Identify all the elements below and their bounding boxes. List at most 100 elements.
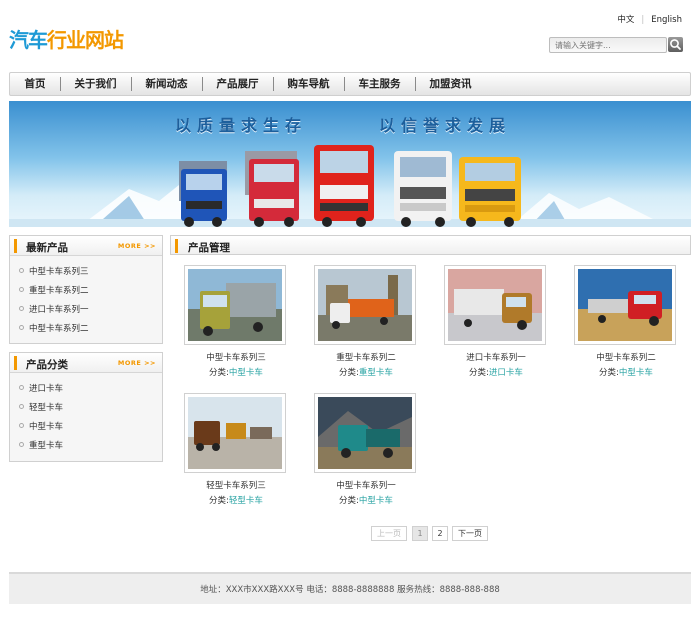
latest-products-header: 最新产品 MORE >> — [10, 236, 162, 256]
category-item[interactable]: 中型卡车 — [10, 418, 162, 437]
product-category-link[interactable]: 中型卡车 — [359, 496, 393, 506]
product-thumbnail[interactable] — [314, 265, 416, 345]
product-category-list: 进口卡车 轻型卡车 中型卡车 重型卡车 — [10, 373, 162, 456]
category-label: 轻型卡车 — [29, 403, 64, 413]
product-category-line: 分类:重型卡车 — [301, 366, 431, 378]
product-category-link[interactable]: 中型卡车 — [619, 368, 653, 378]
product-category-title: 产品分类 — [26, 359, 68, 371]
latest-product-item[interactable]: 中型卡车系列三 — [10, 263, 162, 282]
truck-photo-image — [188, 269, 282, 341]
lang-english-link[interactable]: English — [651, 15, 682, 25]
category-prefix-label: 分类: — [599, 368, 619, 378]
latest-product-label: 中型卡车系列二 — [29, 324, 89, 334]
product-category-link[interactable]: 中型卡车 — [229, 368, 263, 378]
bullet-icon — [19, 385, 24, 390]
latest-products-title: 最新产品 — [26, 242, 68, 254]
bullet-icon — [19, 423, 24, 428]
product-name[interactable]: 中型卡车系列二 — [561, 351, 691, 363]
category-prefix-label: 分类: — [339, 496, 359, 506]
nav-news[interactable]: 新闻动态 — [131, 73, 202, 95]
main-nav: 首页 关于我们 新闻动态 产品展厅 购车导航 车主服务 加盟资讯 — [9, 72, 691, 96]
product-thumbnail[interactable] — [574, 265, 676, 345]
product-management-header: 产品管理 — [170, 235, 691, 255]
bullet-icon — [19, 404, 24, 409]
truck-photo-image — [318, 269, 412, 341]
category-label: 重型卡车 — [29, 441, 64, 451]
product-thumbnail[interactable] — [184, 393, 286, 473]
category-label: 进口卡车 — [29, 384, 64, 394]
site-footer: 地址：XXX市XXX路XXX号 电话：8888-8888888 服务热线：888… — [9, 572, 691, 604]
nav-franchise[interactable]: 加盟资讯 — [415, 73, 486, 95]
product-category-line: 分类:中型卡车 — [301, 494, 431, 506]
product-thumbnail[interactable] — [444, 265, 546, 345]
page-2-button[interactable]: 2 — [432, 526, 448, 541]
product-name[interactable]: 轻型卡车系列三 — [171, 479, 301, 491]
product-name[interactable]: 中型卡车系列三 — [171, 351, 301, 363]
section-accent-bar — [14, 356, 17, 370]
category-prefix-label: 分类: — [469, 368, 489, 378]
product-category-more-link[interactable]: MORE >> — [118, 359, 156, 367]
truck-photo-image — [188, 397, 282, 469]
product-management-title: 产品管理 — [188, 242, 230, 254]
nav-owner-service[interactable]: 车主服务 — [344, 73, 415, 95]
bullet-icon — [19, 442, 24, 447]
category-prefix-label: 分类: — [209, 496, 229, 506]
product-category-box: 产品分类 MORE >> 进口卡车 轻型卡车 中型卡车 重型卡车 — [9, 352, 163, 462]
truck-photo-image — [318, 397, 412, 469]
banner-slogan-reputation: 以信誉求发展 — [379, 116, 512, 135]
bullet-icon — [19, 306, 24, 311]
language-switcher: 中文 | English — [617, 13, 682, 25]
logo-text-part1: 汽车 — [9, 28, 48, 52]
search-button[interactable] — [668, 37, 683, 52]
product-thumbnail[interactable] — [314, 393, 416, 473]
latest-products-more-link[interactable]: MORE >> — [118, 242, 156, 250]
lang-divider: | — [641, 15, 645, 25]
section-accent-bar — [14, 239, 17, 253]
latest-products-list: 中型卡车系列三 重型卡车系列二 进口卡车系列一 中型卡车系列二 — [10, 256, 162, 339]
nav-car-guide[interactable]: 购车导航 — [273, 73, 344, 95]
bullet-icon — [19, 287, 24, 292]
nav-about[interactable]: 关于我们 — [60, 73, 131, 95]
truck-photo-image — [448, 269, 542, 341]
prev-page-button[interactable]: 上一页 — [371, 526, 407, 541]
category-item[interactable]: 重型卡车 — [10, 437, 162, 456]
category-item[interactable]: 轻型卡车 — [10, 399, 162, 418]
search-icon — [670, 39, 681, 50]
nav-home[interactable]: 首页 — [10, 73, 60, 95]
hero-banner: 以质量求生存 以信誉求发展 — [9, 101, 691, 227]
product-thumbnail[interactable] — [184, 265, 286, 345]
product-category-line: 分类:轻型卡车 — [171, 494, 301, 506]
latest-product-label: 进口卡车系列一 — [29, 305, 89, 315]
site-logo[interactable]: 汽车行业网站 — [9, 24, 124, 53]
banner-slogan-quality: 以质量求生存 — [175, 116, 308, 135]
category-label: 中型卡车 — [29, 422, 64, 432]
latest-product-item[interactable]: 进口卡车系列一 — [10, 301, 162, 320]
product-category-line: 分类:中型卡车 — [561, 366, 691, 378]
product-name[interactable]: 进口卡车系列一 — [431, 351, 561, 363]
nav-products[interactable]: 产品展厅 — [202, 73, 273, 95]
next-page-button[interactable]: 下一页 — [452, 526, 488, 541]
product-category-link[interactable]: 进口卡车 — [489, 368, 523, 378]
search-input[interactable] — [549, 37, 667, 53]
latest-product-label: 中型卡车系列三 — [29, 267, 89, 277]
truck-photo-image — [578, 269, 672, 341]
product-category-link[interactable]: 轻型卡车 — [229, 496, 263, 506]
product-name[interactable]: 中型卡车系列一 — [301, 479, 431, 491]
category-prefix-label: 分类: — [209, 368, 229, 378]
product-name[interactable]: 重型卡车系列二 — [301, 351, 431, 363]
latest-product-item[interactable]: 中型卡车系列二 — [10, 320, 162, 339]
section-accent-bar — [175, 239, 178, 253]
footer-contact-text: 地址：XXX市XXX路XXX号 电话：8888-8888888 服务热线：888… — [200, 585, 500, 595]
lang-chinese-link[interactable]: 中文 — [617, 15, 634, 25]
latest-product-item[interactable]: 重型卡车系列二 — [10, 282, 162, 301]
product-category-line: 分类:进口卡车 — [431, 366, 561, 378]
product-category-header: 产品分类 MORE >> — [10, 353, 162, 373]
category-prefix-label: 分类: — [339, 368, 359, 378]
bullet-icon — [19, 325, 24, 330]
category-item[interactable]: 进口卡车 — [10, 380, 162, 399]
latest-products-box: 最新产品 MORE >> 中型卡车系列三 重型卡车系列二 进口卡车系列一 中型卡… — [9, 235, 163, 344]
latest-product-label: 重型卡车系列二 — [29, 286, 89, 296]
product-category-link[interactable]: 重型卡车 — [359, 368, 393, 378]
logo-text-part2: 行业网站 — [47, 28, 124, 52]
page-1-button[interactable]: 1 — [412, 526, 428, 541]
